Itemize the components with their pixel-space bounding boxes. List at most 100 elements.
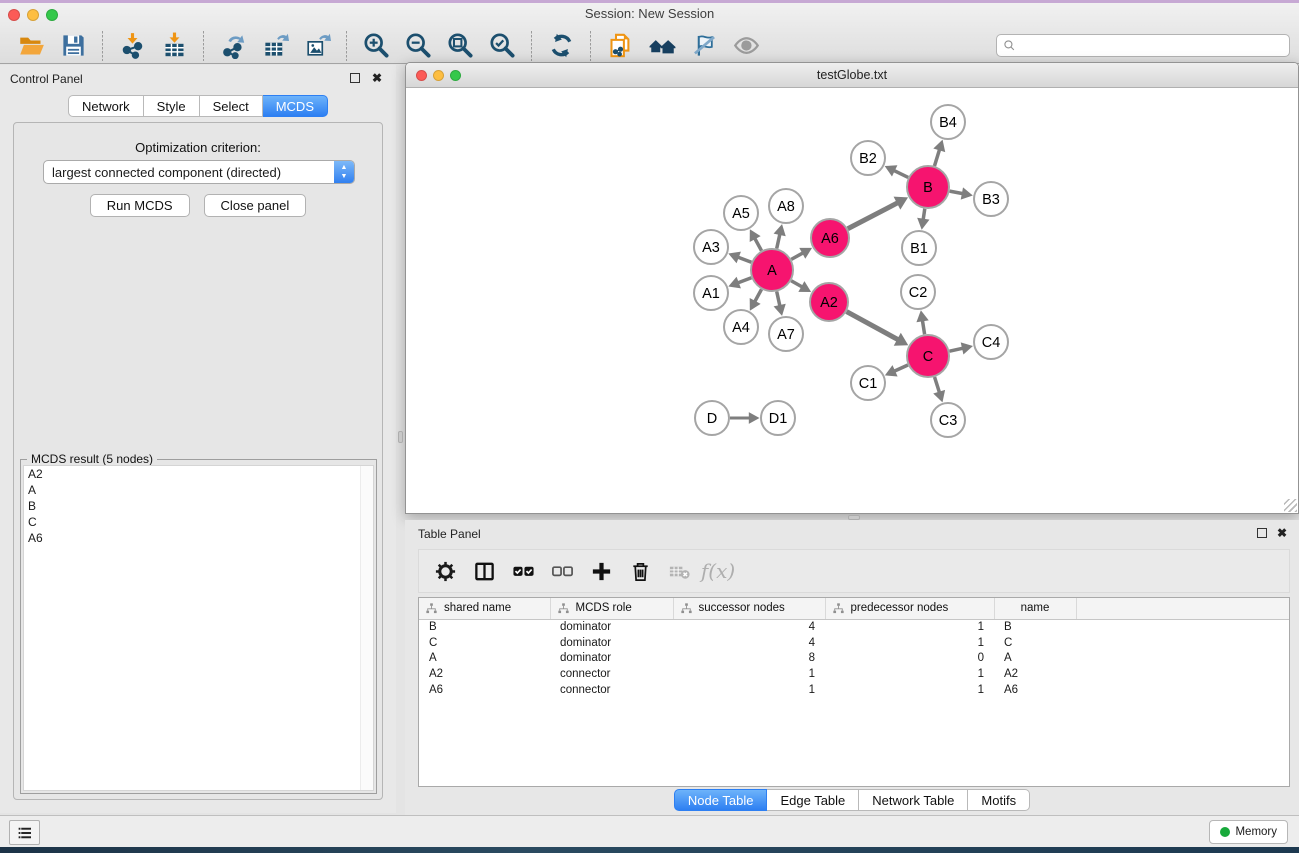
delete-column-icon[interactable] bbox=[627, 558, 653, 584]
clone-network-icon[interactable] bbox=[605, 31, 635, 61]
cell-successor-nodes[interactable]: 4 bbox=[673, 619, 825, 635]
edge-A-A7[interactable] bbox=[777, 291, 780, 306]
zoom-fit-icon[interactable] bbox=[445, 31, 475, 61]
edge-A2-C[interactable] bbox=[847, 312, 899, 340]
cell-MCDS-role[interactable]: dominator bbox=[550, 619, 673, 635]
cell-shared-name[interactable]: C bbox=[419, 635, 550, 651]
edge-C-C3[interactable] bbox=[935, 377, 940, 393]
table-close-panel-icon[interactable]: ✖ bbox=[1277, 526, 1287, 540]
graph-node-A5[interactable]: A5 bbox=[724, 196, 758, 230]
column-header-successor-nodes[interactable]: successor nodes bbox=[673, 598, 825, 619]
graph-node-A8[interactable]: A8 bbox=[769, 189, 803, 223]
column-header-name[interactable]: name bbox=[994, 598, 1076, 619]
cell-MCDS-role[interactable]: connector bbox=[550, 666, 673, 682]
run-mcds-button[interactable]: Run MCDS bbox=[90, 194, 190, 217]
edge-A-A5[interactable] bbox=[755, 238, 762, 251]
edge-B-B3[interactable] bbox=[950, 191, 963, 194]
graph-node-C[interactable]: C bbox=[907, 335, 949, 377]
cell-name[interactable]: A bbox=[994, 651, 1076, 667]
edge-A-A4[interactable] bbox=[755, 289, 762, 302]
close-panel-button[interactable]: Close panel bbox=[204, 194, 307, 217]
table-row[interactable]: Cdominator41C bbox=[419, 635, 1289, 651]
mcds-list-scrollbar[interactable] bbox=[360, 466, 373, 790]
cell-MCDS-role[interactable]: connector bbox=[550, 682, 673, 698]
cell-predecessor-nodes[interactable]: 0 bbox=[825, 651, 994, 667]
edge-A-A1[interactable] bbox=[738, 278, 752, 283]
network-close-button[interactable] bbox=[416, 70, 427, 81]
select-all-icon[interactable] bbox=[510, 558, 536, 584]
zoom-selected-icon[interactable] bbox=[487, 31, 517, 61]
network-zoom-button[interactable] bbox=[450, 70, 461, 81]
cell-shared-name[interactable]: A6 bbox=[419, 682, 550, 698]
edge-A-A3[interactable] bbox=[738, 257, 752, 262]
cell-MCDS-role[interactable]: dominator bbox=[550, 635, 673, 651]
graph-node-A7[interactable]: A7 bbox=[769, 317, 803, 351]
column-header-MCDS-role[interactable]: MCDS role bbox=[550, 598, 673, 619]
import-table-icon[interactable] bbox=[159, 31, 189, 61]
table-row[interactable]: Adominator80A bbox=[419, 651, 1289, 667]
zoom-out-icon[interactable] bbox=[403, 31, 433, 61]
graph-node-C2[interactable]: C2 bbox=[901, 275, 935, 309]
edge-B-B4[interactable] bbox=[934, 149, 939, 166]
edge-A6-B[interactable] bbox=[848, 203, 898, 229]
mcds-result-list[interactable]: A2ABCA6 bbox=[23, 465, 374, 791]
cell-shared-name[interactable]: B bbox=[419, 619, 550, 635]
mcds-result-item[interactable]: A6 bbox=[24, 530, 373, 546]
tab-network[interactable]: Network bbox=[68, 95, 144, 117]
graph-node-D1[interactable]: D1 bbox=[761, 401, 795, 435]
show-details-eye-icon[interactable] bbox=[731, 31, 761, 61]
save-session-icon[interactable] bbox=[58, 31, 88, 61]
edge-C-C2[interactable] bbox=[922, 320, 924, 334]
graph-node-B2[interactable]: B2 bbox=[851, 141, 885, 175]
mcds-result-item[interactable]: C bbox=[24, 514, 373, 530]
graph-node-C3[interactable]: C3 bbox=[931, 403, 965, 437]
deselect-all-icon[interactable] bbox=[549, 558, 575, 584]
zoom-window-button[interactable] bbox=[46, 9, 58, 21]
table-row[interactable]: A6connector11A6 bbox=[419, 682, 1289, 698]
graph-node-B1[interactable]: B1 bbox=[902, 231, 936, 265]
graph-node-B3[interactable]: B3 bbox=[974, 182, 1008, 216]
cell-predecessor-nodes[interactable]: 1 bbox=[825, 619, 994, 635]
graph-node-A4[interactable]: A4 bbox=[724, 310, 758, 344]
edge-A-A8[interactable] bbox=[777, 234, 780, 249]
graph-node-A2[interactable]: A2 bbox=[810, 283, 848, 321]
cell-name[interactable]: B bbox=[994, 619, 1076, 635]
column-header-predecessor-nodes[interactable]: predecessor nodes bbox=[825, 598, 994, 619]
graph-node-B4[interactable]: B4 bbox=[931, 105, 965, 139]
cell-MCDS-role[interactable]: dominator bbox=[550, 651, 673, 667]
cell-successor-nodes[interactable]: 8 bbox=[673, 651, 825, 667]
add-column-icon[interactable] bbox=[588, 558, 614, 584]
import-network-icon[interactable] bbox=[117, 31, 147, 61]
settings-gear-icon[interactable] bbox=[432, 558, 458, 584]
edge-C-C1[interactable] bbox=[894, 365, 908, 371]
vertical-divider-handle[interactable] bbox=[398, 431, 403, 443]
hide-flag-icon[interactable] bbox=[689, 31, 719, 61]
window-resize-grip[interactable] bbox=[1284, 499, 1297, 512]
close-window-button[interactable] bbox=[8, 9, 20, 21]
graph-node-A3[interactable]: A3 bbox=[694, 230, 728, 264]
cell-name[interactable]: A6 bbox=[994, 682, 1076, 698]
graph-node-D[interactable]: D bbox=[695, 401, 729, 435]
tab-mcds[interactable]: MCDS bbox=[263, 95, 328, 117]
table-row[interactable]: A2connector11A2 bbox=[419, 666, 1289, 682]
search-input[interactable] bbox=[1020, 39, 1283, 53]
cell-shared-name[interactable]: A bbox=[419, 651, 550, 667]
titlebar[interactable]: Session: New Session bbox=[0, 3, 1299, 25]
graph-node-A1[interactable]: A1 bbox=[694, 276, 728, 310]
cell-name[interactable]: C bbox=[994, 635, 1076, 651]
cell-successor-nodes[interactable]: 1 bbox=[673, 682, 825, 698]
graph-node-A[interactable]: A bbox=[751, 249, 793, 291]
table-tab-node-table[interactable]: Node Table bbox=[674, 789, 768, 811]
task-history-button[interactable] bbox=[9, 820, 40, 845]
cell-name[interactable]: A2 bbox=[994, 666, 1076, 682]
close-panel-icon[interactable]: ✖ bbox=[372, 71, 382, 85]
edge-A-A6[interactable] bbox=[791, 253, 803, 260]
table-tab-motifs[interactable]: Motifs bbox=[968, 789, 1030, 811]
mcds-result-item[interactable]: B bbox=[24, 498, 373, 514]
export-network-icon[interactable] bbox=[218, 31, 248, 61]
edge-C-C4[interactable] bbox=[949, 348, 963, 351]
table-tab-edge-table[interactable]: Edge Table bbox=[767, 789, 859, 811]
cell-predecessor-nodes[interactable]: 1 bbox=[825, 635, 994, 651]
cell-successor-nodes[interactable]: 1 bbox=[673, 666, 825, 682]
node-table[interactable]: shared nameMCDS rolesuccessor nodesprede… bbox=[418, 597, 1290, 787]
